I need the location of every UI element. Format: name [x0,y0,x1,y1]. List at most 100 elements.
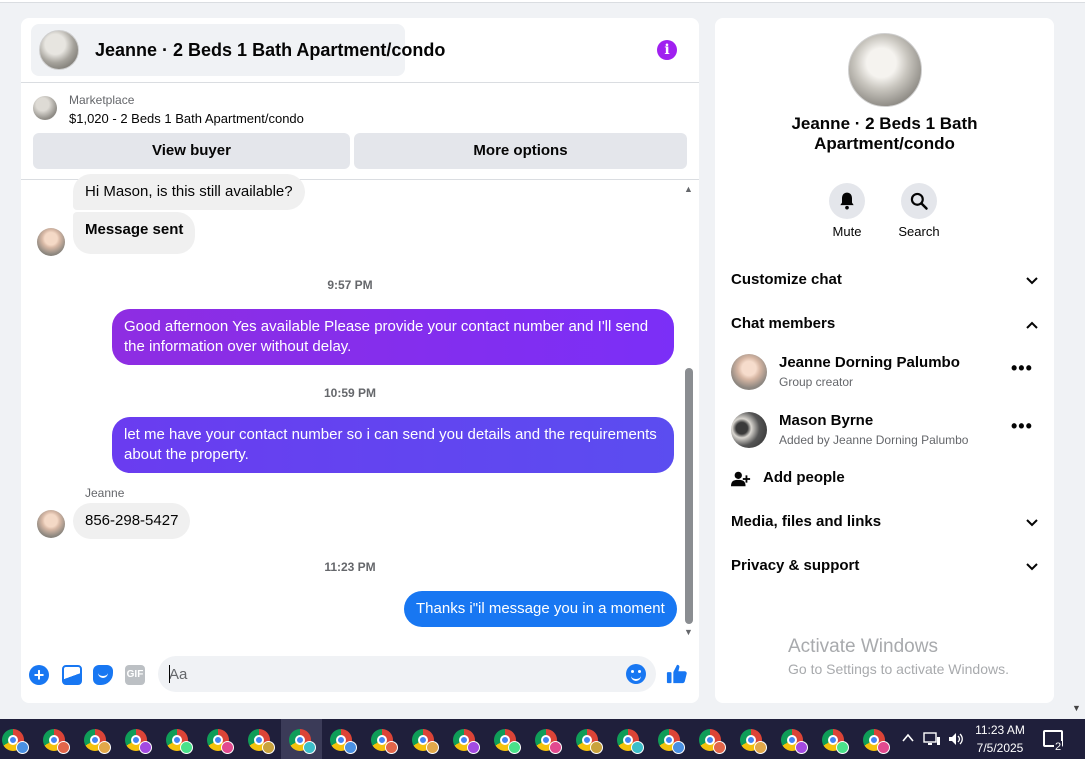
chevron-down-icon [1026,563,1038,571]
photo-icon[interactable] [62,665,82,685]
message-bubble-incoming[interactable]: Hi Mason, is this still available? [73,174,305,210]
chrome-taskbar-button[interactable] [240,719,281,759]
page-scroll-down-arrow[interactable]: ▼ [1072,703,1081,713]
gif-icon[interactable]: GIF [125,665,145,685]
chrome-taskbar-button[interactable] [158,719,199,759]
sender-name: Jeanne [85,486,125,500]
message-list: Hi Mason, is this still available? Messa… [21,174,699,642]
message-input-container[interactable] [158,656,656,692]
chrome-taskbar-button[interactable] [404,719,445,759]
chrome-taskbar-button[interactable] [814,719,855,759]
timestamp: 11:23 PM [324,560,376,574]
privacy-support-label: Privacy & support [731,557,860,574]
clock-date[interactable]: 7/5/2025 [966,741,1034,755]
emoji-icon[interactable] [626,664,646,684]
chrome-taskbar-button[interactable] [199,719,240,759]
message-bubble-incoming[interactable]: 856-298-5427 [73,503,191,539]
listing-profile-avatar[interactable] [848,33,922,107]
add-person-icon[interactable] [731,470,751,488]
member-avatar[interactable] [731,354,767,390]
message-input[interactable] [169,656,619,692]
profile-badge-icon [303,741,316,754]
watermark-subtitle: Go to Settings to activate Windows. [788,661,1009,677]
clock-time[interactable]: 11:23 AM [966,723,1034,737]
add-people-button[interactable]: Add people [763,469,845,486]
chrome-taskbar-button[interactable] [773,719,814,759]
chrome-taskbar-button[interactable] [445,719,486,759]
scroll-down-arrow[interactable]: ▼ [684,627,693,637]
plus-icon[interactable]: + [29,665,49,685]
watermark-title: Activate Windows [788,636,938,657]
more-options-button[interactable]: More options [354,133,687,169]
sticker-icon[interactable] [93,665,113,685]
chrome-taskbar-button[interactable] [486,719,527,759]
member-options-icon[interactable]: ••• [1011,416,1033,437]
profile-badge-icon [426,741,439,754]
chrome-taskbar-button[interactable] [117,719,158,759]
jeanne-avatar[interactable] [37,510,65,538]
member-name[interactable]: Mason Byrne [779,412,873,429]
mute-button[interactable] [829,183,865,219]
chevron-up-icon[interactable] [902,733,914,743]
profile-badge-icon [549,741,562,754]
bell-icon [840,192,854,210]
message-bubble-incoming[interactable]: Message sent [73,212,196,254]
profile-badge-icon [16,741,29,754]
chrome-taskbar-button[interactable] [650,719,691,759]
chrome-taskbar-button[interactable] [568,719,609,759]
profile-badge-icon [57,741,70,754]
message-composer: + GIF [21,648,699,703]
chat-members-section[interactable]: Chat members [731,315,1039,332]
activate-windows-watermark: Activate Windows Go to Settings to activ… [788,636,1009,677]
taskbar: 11:23 AM 7/5/2025 2 [0,719,1085,759]
message-bubble-outgoing[interactable]: Thanks i"il message you in a moment [404,591,677,627]
search-icon [910,192,928,210]
profile-badge-icon [631,741,644,754]
chrome-taskbar-button[interactable] [855,719,896,759]
chrome-taskbar-button[interactable] [35,719,76,759]
message-bubble-outgoing[interactable]: let me have your contact number so i can… [112,417,674,473]
divider [21,82,699,83]
chrome-taskbar-button[interactable] [609,719,650,759]
profile-badge-icon [98,741,111,754]
profile-badge-icon [590,741,603,754]
chrome-taskbar-button[interactable] [281,719,322,759]
listing-avatar [39,30,79,70]
chrome-taskbar-button[interactable] [76,719,117,759]
profile-badge-icon [385,741,398,754]
chrome-taskbar-button[interactable] [363,719,404,759]
scroll-up-arrow[interactable]: ▲ [684,184,693,194]
info-icon[interactable]: i [657,40,677,60]
jeanne-avatar[interactable] [37,228,65,256]
network-icon[interactable] [923,731,941,747]
member-avatar[interactable] [731,412,767,448]
profile-badge-icon [877,741,890,754]
view-buyer-button[interactable]: View buyer [33,133,350,169]
listing-detail[interactable]: $1,020 - 2 Beds 1 Bath Apartment/condo [69,111,304,126]
chrome-taskbar-button[interactable] [527,719,568,759]
chat-panel: Jeanne · 2 Beds 1 Bath Apartment/condo i… [21,18,699,703]
text-caret [169,665,170,683]
profile-badge-icon [467,741,480,754]
scrollbar-thumb[interactable] [685,368,693,624]
conversation-title: Jeanne · 2 Beds 1 Bath Apartment/condo [95,40,446,60]
member-options-icon[interactable]: ••• [1011,358,1033,379]
volume-icon[interactable] [947,731,965,747]
search-label: Search [898,224,940,239]
conversation-header[interactable]: Jeanne · 2 Beds 1 Bath Apartment/condo [31,24,445,76]
chrome-taskbar-button[interactable] [732,719,773,759]
message-bubble-outgoing[interactable]: Good afternoon Yes available Please prov… [112,309,674,365]
customize-chat-section[interactable]: Customize chat [731,271,1039,288]
media-files-links-section[interactable]: Media, files and links [731,513,1039,530]
chrome-taskbar-button[interactable] [322,719,363,759]
timestamp: 10:59 PM [323,386,377,400]
profile-badge-icon [836,741,849,754]
privacy-support-section[interactable]: Privacy & support [731,557,1039,574]
search-button[interactable] [901,183,937,219]
thumbs-up-icon[interactable] [666,663,688,685]
customize-chat-label: Customize chat [731,271,842,288]
timestamp: 9:57 PM [327,278,373,292]
chrome-taskbar-button[interactable] [691,719,732,759]
chrome-taskbar-button[interactable] [0,719,35,759]
member-name[interactable]: Jeanne Dorning Palumbo [779,354,960,371]
